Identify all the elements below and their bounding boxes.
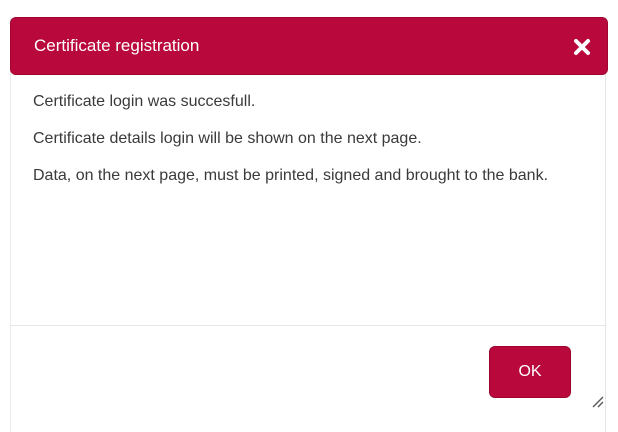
resize-handle[interactable]	[587, 391, 605, 409]
resize-grip-icon	[592, 396, 604, 408]
close-icon	[574, 39, 590, 55]
message-details-next-page: Certificate details login will be shown …	[33, 130, 422, 147]
certificate-registration-dialog: Certificate registration Certificate log…	[10, 17, 608, 432]
close-button[interactable]	[569, 34, 595, 60]
footer-divider	[11, 325, 605, 326]
dialog-body: Certificate login was succesfull. Certif…	[33, 89, 578, 200]
message-print-sign: Data, on the next page, must be printed,…	[33, 167, 549, 184]
message-login-success: Certificate login was succesfull.	[33, 93, 256, 110]
dialog-titlebar[interactable]: Certificate registration	[10, 17, 608, 75]
dialog-title: Certificate registration	[34, 36, 200, 55]
ok-button[interactable]: OK	[489, 346, 571, 398]
